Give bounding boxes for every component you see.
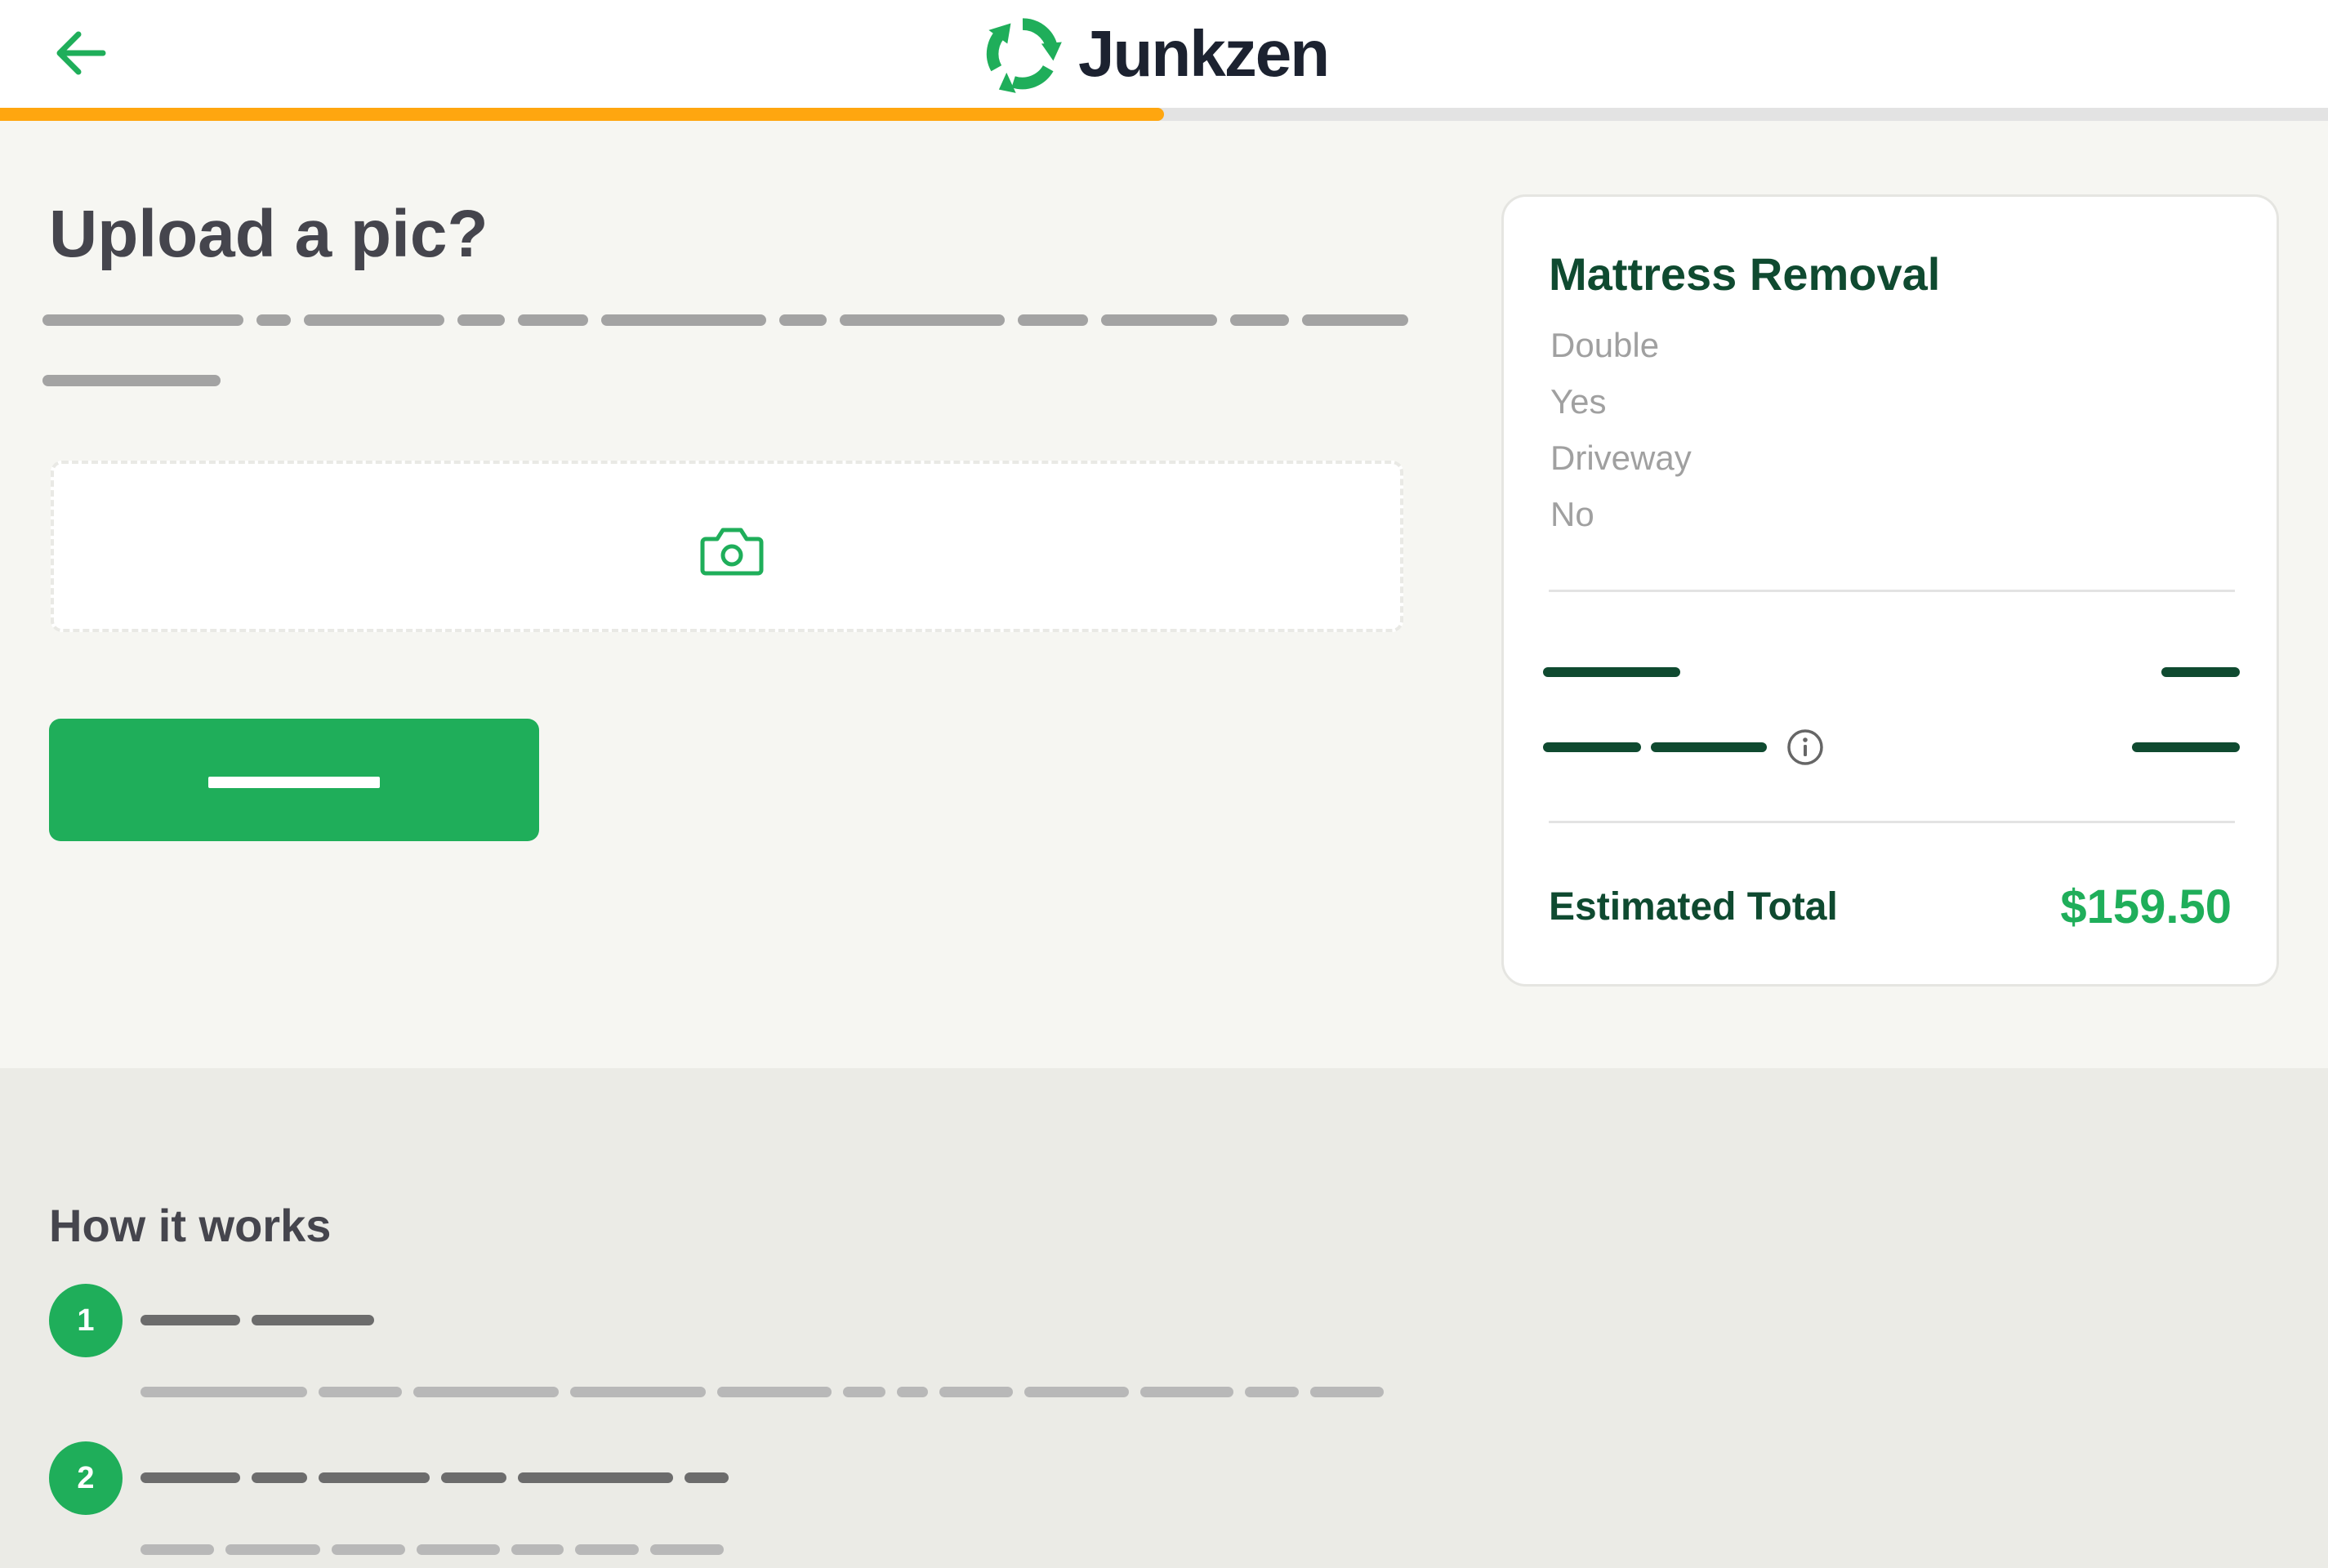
step-1-title: [140, 1315, 374, 1325]
estimated-total-value: $159.50: [2060, 880, 2232, 933]
order-summary-card: Mattress Removal Double Yes Driveway No …: [1501, 194, 2279, 987]
detail-answer-2: No: [1550, 495, 1594, 533]
service-title: Mattress Removal: [1549, 248, 1941, 300]
detail-answer: Yes: [1550, 382, 1607, 421]
step-1-description: [140, 1387, 1384, 1397]
step-2-description: [140, 1544, 724, 1555]
back-button[interactable]: [49, 24, 114, 82]
camera-icon: [700, 528, 764, 576]
header: Junkzen: [0, 0, 2328, 108]
progress-bar-fill: [0, 108, 1164, 121]
page-title: Upload a pic?: [49, 197, 488, 271]
fee-item-value: [2132, 742, 2240, 752]
continue-button[interactable]: [49, 719, 539, 841]
continue-button-label: [208, 777, 380, 788]
summary-divider-2: [1549, 821, 2235, 823]
line-item-label: [1543, 667, 1680, 677]
step-2-badge: 2: [49, 1441, 123, 1515]
recycle-arrows-icon: [986, 18, 1062, 93]
how-it-works-title: How it works: [49, 1200, 332, 1251]
page-description: [42, 314, 1408, 326]
estimated-total-label: Estimated Total: [1549, 885, 1838, 929]
fee-item-label: [1543, 742, 1767, 752]
junkzen-logo[interactable]: Junkzen: [980, 11, 1330, 96]
photo-upload-dropzone[interactable]: [51, 461, 1403, 632]
page-description-line-2: [42, 375, 221, 386]
detail-location: Driveway: [1550, 439, 1692, 477]
info-icon[interactable]: [1786, 728, 1825, 767]
progress-bar: [0, 108, 2328, 121]
step-1-badge: 1: [49, 1284, 123, 1357]
how-it-works-section: How it works 1 2: [0, 1068, 2328, 1568]
line-item-value: [2161, 667, 2240, 677]
logo-text: Junkzen: [1078, 17, 1330, 90]
detail-size: Double: [1550, 326, 1660, 364]
summary-divider: [1549, 590, 2235, 592]
arrow-left-icon: [56, 31, 106, 75]
step-2-title: [140, 1472, 729, 1483]
